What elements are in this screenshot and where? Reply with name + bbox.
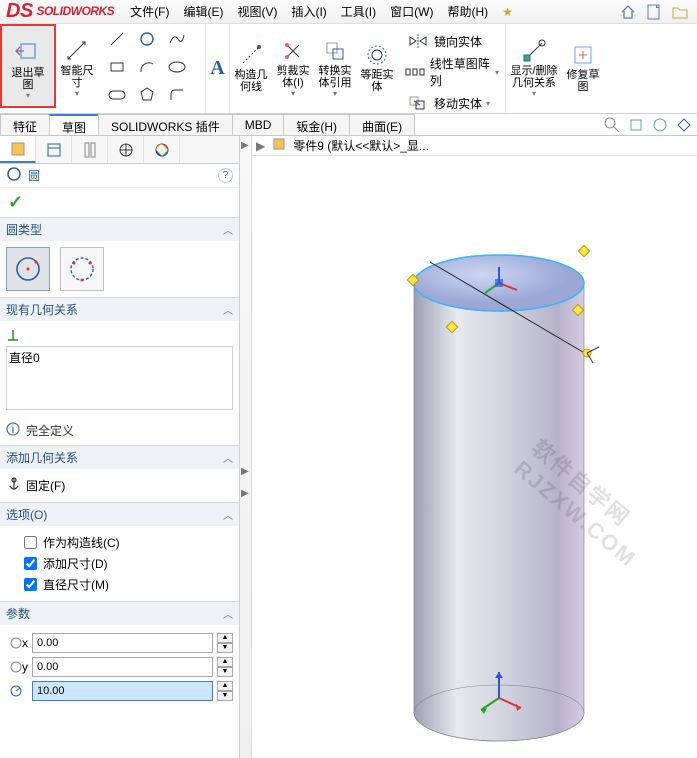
section-parameters[interactable]: 参数︿ — [0, 602, 239, 625]
configmanager-tab[interactable] — [72, 136, 108, 163]
offset-entities-button[interactable]: 等距实 体 — [356, 24, 398, 108]
help-icon[interactable]: ? — [218, 168, 233, 183]
3d-viewport[interactable] — [252, 158, 692, 758]
tab-surface[interactable]: 曲面(E) — [349, 114, 415, 135]
circle-tool-icon[interactable] — [134, 27, 160, 51]
cx-spin-down[interactable]: ▼ — [217, 643, 233, 653]
renderingmanager-tab[interactable] — [144, 136, 180, 163]
menu-star[interactable]: ★ — [496, 3, 519, 21]
tab-sketch[interactable]: 草图 — [49, 114, 99, 135]
exit-sketch-button[interactable]: 退出草 图 ▾ — [0, 24, 56, 108]
cx-spin-up[interactable]: ▲ — [217, 633, 233, 643]
construction-checkbox[interactable] — [24, 536, 37, 549]
breadcrumb-arrow-icon[interactable]: ▶ — [256, 139, 265, 153]
view-cube-icon[interactable] — [627, 116, 645, 134]
spline-tool-icon[interactable] — [164, 27, 190, 51]
construction-checkbox-row[interactable]: 作为构造线(C) — [6, 532, 233, 553]
radius-input[interactable] — [32, 681, 213, 701]
section-existing-relations[interactable]: 现有几何关系︿ — [0, 298, 239, 321]
search-icon[interactable] — [603, 116, 621, 134]
open-icon[interactable] — [671, 3, 689, 21]
home-icon[interactable] — [619, 3, 637, 21]
svg-text:x: x — [22, 636, 28, 650]
slot-tool-icon[interactable] — [104, 83, 130, 107]
polygon-tool-icon[interactable] — [134, 83, 160, 107]
svg-text:y: y — [22, 660, 28, 674]
gutter-arrow-icon[interactable]: ▶ — [241, 140, 249, 151]
diameter-dimension-checkbox-row[interactable]: 直径尺寸(M) — [6, 574, 233, 595]
smart-dimension-button[interactable]: 智能尺 寸 ▾ — [56, 24, 98, 108]
pm-title: 圆 — [28, 167, 40, 184]
featuremanager-tab[interactable] — [0, 136, 36, 163]
convert-entities-button[interactable]: 转换实 体引用 ▾ — [314, 24, 356, 108]
cx-input[interactable] — [32, 633, 213, 653]
tab-mbd[interactable]: MBD — [232, 114, 285, 135]
circle-feature-icon — [6, 166, 22, 185]
trim-entities-button[interactable]: 剪裁实 体(I) ▾ — [272, 24, 314, 108]
add-dimension-checkbox-row[interactable]: 添加尺寸(D) — [6, 553, 233, 574]
document-name[interactable]: 零件9 (默认<<默认>_显... — [293, 137, 429, 154]
ok-checkmark-button[interactable]: ✓ — [8, 192, 23, 212]
fully-defined-label: 完全定义 — [26, 422, 74, 439]
cy-input[interactable] — [32, 657, 213, 677]
center-circle-type[interactable] — [6, 247, 50, 291]
display-icon[interactable] — [651, 116, 669, 134]
move-entities-button[interactable]: 移动实体▾ — [404, 89, 499, 117]
line-tool-icon[interactable] — [104, 27, 130, 51]
section-circle-type[interactable]: 圆类型︿ — [0, 218, 239, 241]
new-doc-icon[interactable] — [645, 3, 663, 21]
gutter-arrow-icon[interactable]: ▶ — [241, 488, 249, 499]
arc-tool-icon[interactable] — [134, 55, 160, 79]
menu-tools[interactable]: 工具(I) — [335, 1, 382, 22]
linear-pattern-button[interactable]: 线性草图阵列▾ — [404, 55, 499, 89]
menu-view[interactable]: 视图(V) — [231, 1, 283, 22]
text-tool-icon[interactable]: A — [210, 57, 224, 80]
relation-item[interactable]: 直径0 — [9, 349, 230, 366]
app-logo: DS SOLIDWORKS — [4, 0, 122, 23]
repair-sketch-button[interactable]: 修复草 图 — [562, 24, 604, 108]
cy-spin-down[interactable]: ▼ — [217, 667, 233, 677]
fillet-tool-icon[interactable] — [164, 83, 190, 107]
section-options[interactable]: 选项(O)︿ — [0, 503, 239, 526]
menu-window[interactable]: 窗口(W) — [384, 1, 439, 22]
tab-features[interactable]: 特征 — [0, 114, 50, 135]
relation-perpendicular-icon — [6, 328, 20, 345]
propertymanager-tab[interactable] — [36, 136, 72, 163]
perimeter-circle-type[interactable] — [60, 247, 104, 291]
menu-file[interactable]: 文件(F) — [124, 1, 175, 22]
show-relations-button[interactable]: 显示/删除 几何关系 ▾ — [506, 24, 562, 108]
cy-icon: y — [6, 660, 28, 674]
add-dimension-checkbox[interactable] — [24, 557, 37, 570]
r-spin-up[interactable]: ▲ — [217, 681, 233, 691]
menu-edit[interactable]: 编辑(E) — [177, 1, 229, 22]
construction-geometry-button[interactable]: 构造几 何线 — [230, 24, 272, 108]
cy-spin-up[interactable]: ▲ — [217, 657, 233, 667]
menu-help[interactable]: 帮助(H) — [441, 1, 494, 22]
exit-sketch-label: 退出草 图 — [12, 67, 45, 91]
tab-plugins[interactable]: SOLIDWORKS 插件 — [98, 114, 233, 135]
svg-text:i: i — [12, 422, 15, 436]
gutter-arrow-icon[interactable]: ▶ — [241, 466, 249, 477]
menu-insert[interactable]: 插入(I) — [285, 1, 332, 22]
cx-icon: x — [6, 636, 28, 650]
r-spin-down[interactable]: ▼ — [217, 691, 233, 701]
ellipse-tool-icon[interactable] — [164, 55, 190, 79]
appearance-icon[interactable] — [675, 116, 693, 134]
dimxpert-tab[interactable] — [108, 136, 144, 163]
rect-tool-icon[interactable] — [104, 55, 130, 79]
tab-sheetmetal[interactable]: 钣金(H) — [283, 114, 350, 135]
section-add-relations[interactable]: 添加几何关系︿ — [0, 446, 239, 469]
part-icon — [271, 136, 287, 155]
mirror-entities-button[interactable]: 镜向实体 — [404, 27, 499, 55]
anchor-icon — [6, 476, 22, 495]
fix-relation-button[interactable]: 固定(F) — [6, 475, 233, 496]
info-icon: i — [6, 422, 20, 439]
diameter-dimension-checkbox[interactable] — [24, 578, 37, 591]
existing-relations-list[interactable]: 直径0 — [6, 346, 233, 410]
radius-icon — [6, 684, 28, 698]
